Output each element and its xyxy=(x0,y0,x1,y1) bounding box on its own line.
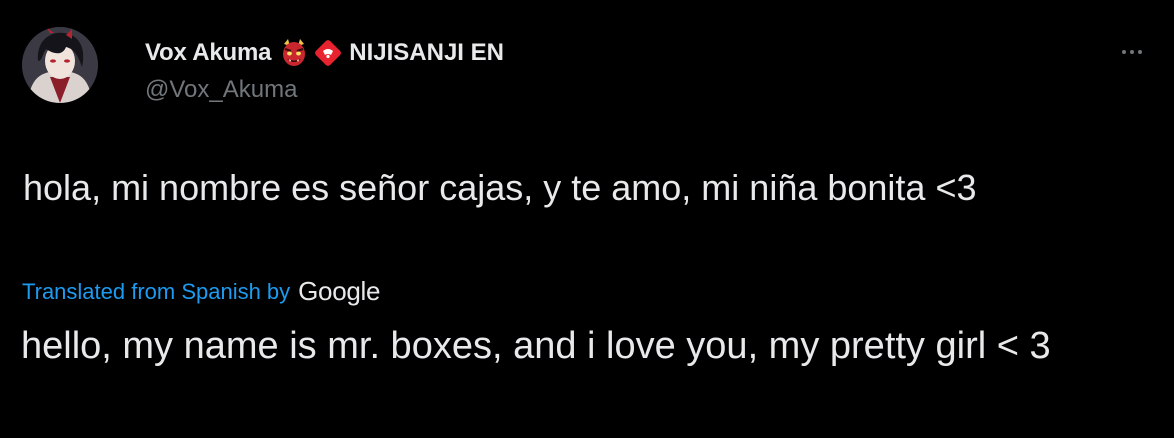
more-options-icon[interactable] xyxy=(1112,40,1152,64)
translated-by-label: by xyxy=(266,278,291,304)
name-row: Vox Akuma NIJISANJI EN xyxy=(145,36,504,70)
translation-attribution: Translated from Spanish by Google xyxy=(22,276,380,307)
translated-from-link[interactable]: Translated from Spanish xyxy=(22,279,261,305)
avatar[interactable] xyxy=(22,27,98,103)
tweet-header: Vox Akuma NIJISANJI EN @Vox_Akuma xyxy=(145,36,504,104)
display-name[interactable]: Vox Akuma xyxy=(145,39,271,67)
google-logo: Google xyxy=(298,276,381,306)
oni-mask-icon xyxy=(279,38,309,68)
tweet-card: Vox Akuma NIJISANJI EN @Vox_Akuma hola, … xyxy=(0,0,1174,438)
avatar-image xyxy=(22,27,98,103)
affiliation-badge-icon[interactable] xyxy=(313,38,343,68)
tweet-text: hola, mi nombre es señor cajas, y te amo… xyxy=(23,167,977,208)
affiliation-name[interactable]: NIJISANJI EN xyxy=(349,39,504,67)
user-handle[interactable]: @Vox_Akuma xyxy=(145,76,504,104)
translated-text: hello, my name is mr. boxes, and i love … xyxy=(21,325,1051,367)
